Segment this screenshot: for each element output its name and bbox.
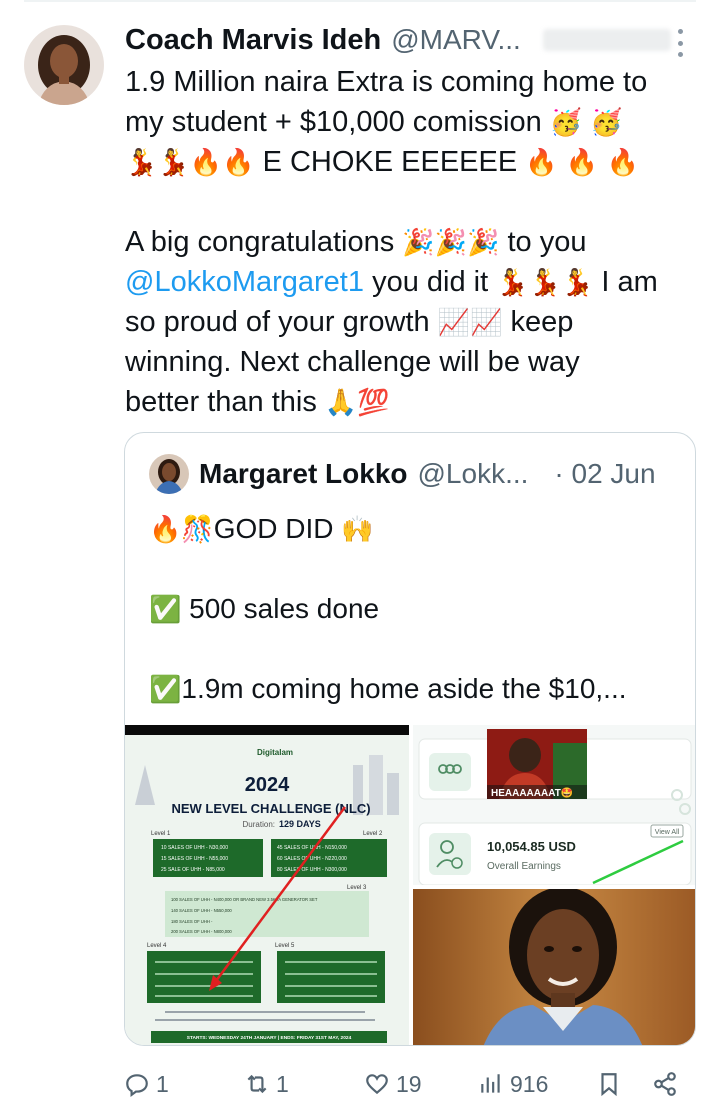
tweet-line: 💃💃🔥🔥 E CHOKE EEEEEE 🔥 🔥 🔥 — [125, 146, 639, 178]
poster-level-5: Level 5 — [275, 943, 295, 949]
quoted-tweet-header: Margaret Lokko @Lokk... · 02 Jun — [149, 453, 656, 495]
quoted-blank-line — [149, 629, 694, 669]
meme-caption: HEAAAAAAAT🤩 — [491, 787, 573, 799]
author-avatar[interactable] — [24, 25, 104, 105]
tweet-line: @LokkoMargaret1 you did it 💃💃💃 I am — [125, 266, 658, 298]
share-button[interactable] — [652, 1062, 678, 1106]
poster-level-4: Level 4 — [147, 943, 167, 949]
like-button[interactable]: 19 — [364, 1062, 422, 1106]
reply-count: 1 — [156, 1070, 169, 1097]
poster-l1-row: 25 SALE OF UHH - N85,000 — [161, 867, 225, 873]
tweet-line: winning. Next challenge will be way — [125, 346, 580, 378]
quoted-blank-line — [149, 549, 694, 589]
mention-link[interactable]: @LokkoMargaret1 — [125, 266, 364, 298]
view-all-link: View All — [655, 829, 680, 836]
quoted-author-avatar[interactable] — [149, 454, 189, 494]
poster-l3-row: 200 SALES OF UHH - N800,000 — [171, 929, 232, 934]
poster-l3-row: 180 SALES OF UHH - — [171, 919, 213, 924]
poster-footer: STARTS: WEDNESDAY 24TH JANUARY | ENDS: F… — [187, 1035, 352, 1041]
poster-l2-row: 60 SALES OF UHH - N220,000 — [277, 856, 347, 862]
tweet-line: 1.9 Million naira Extra is coming home t… — [125, 66, 648, 98]
bookmark-button[interactable] — [596, 1062, 622, 1106]
blurred-region — [542, 29, 671, 51]
tweet-header: Coach Marvis Ideh @MARV... — [125, 18, 685, 62]
more-options-icon[interactable] — [676, 29, 684, 57]
views-button[interactable]: 916 — [478, 1062, 548, 1106]
poster-level-1: Level 1 — [151, 831, 171, 837]
tweet-actions-bar: 1 1 19 916 — [124, 1062, 684, 1106]
poster-brand: Digitalam — [257, 748, 293, 757]
retweet-count: 1 — [276, 1070, 289, 1097]
share-icon — [654, 1072, 676, 1096]
earnings-screenshot-image[interactable]: HEAAAAAAAT🤩 10,054.85 USD Overall Earnin… — [413, 725, 695, 885]
tweet-text: 1.9 Million naira Extra is coming home t… — [125, 62, 700, 422]
quoted-line: ✅ 500 sales done — [149, 593, 380, 625]
poster-duration-value: 129 DAYS — [279, 819, 321, 829]
poster-l3-row: 140 SALES OF UHH - N550,000 — [171, 908, 232, 913]
quoted-author-name[interactable]: Margaret Lokko — [199, 458, 408, 490]
quoted-media-grid: Digitalam 2024 NEW LEVEL CHALLENGE (NLC)… — [125, 725, 695, 1045]
bookmark-icon — [601, 1073, 617, 1097]
quoted-tweet-text: 🔥🎊GOD DID 🙌 ✅ 500 sales done ✅1.9m comin… — [149, 509, 694, 709]
poster-l3-row: 100 SALES OF UHH - N400,000 OR BRAND NEW… — [171, 897, 318, 902]
like-count: 19 — [396, 1070, 422, 1097]
heart-icon — [366, 1074, 388, 1095]
tweet-line: my student + $10,000 comission 🥳 🥳 — [125, 106, 623, 138]
quoted-tweet[interactable]: Margaret Lokko @Lokk... · 02 Jun 🔥🎊GOD D… — [124, 432, 696, 1046]
challenge-poster-image[interactable]: Digitalam 2024 NEW LEVEL CHALLENGE (NLC)… — [125, 725, 409, 1045]
poster-year: 2024 — [245, 774, 290, 796]
tweet-line: A big congratulations 🎉🎉🎉 to you — [125, 226, 587, 258]
quoted-line: ✅1.9m coming home aside the $10,... — [149, 673, 627, 705]
quoted-tweet-date[interactable]: · 02 Jun — [554, 458, 655, 490]
retweet-button[interactable]: 1 — [244, 1062, 289, 1106]
reply-button[interactable]: 1 — [124, 1062, 169, 1106]
author-name[interactable]: Coach Marvis Ideh — [125, 24, 381, 57]
poster-level-2: Level 2 — [363, 831, 383, 837]
poster-duration-label: Duration: — [243, 820, 275, 829]
quoted-author-handle[interactable]: @Lokk... — [418, 458, 529, 490]
poster-level-3: Level 3 — [347, 885, 367, 891]
views-chart-icon — [481, 1074, 500, 1093]
poster-l1-row: 10 SALES OF UHH - N30,000 — [161, 845, 228, 851]
tweet-line: better than this 🙏💯 — [125, 386, 390, 418]
quoted-line: 🔥🎊GOD DID 🙌 — [149, 513, 374, 545]
poster-l1-row: 15 SALES OF UHH - N55,000 — [161, 856, 228, 862]
reply-icon — [126, 1074, 148, 1097]
author-handle[interactable]: @MARV... — [391, 24, 521, 56]
retweet-icon — [247, 1074, 267, 1094]
earnings-label: Overall Earnings — [487, 861, 561, 872]
earnings-amount: 10,054.85 USD — [487, 839, 576, 854]
portrait-photo-image[interactable] — [413, 889, 695, 1045]
views-count: 916 — [510, 1070, 549, 1097]
poster-l2-row: 80 SALES OF UHH - N300,000 — [277, 867, 347, 873]
tweet-line: so proud of your growth 📈📈 keep — [125, 306, 574, 338]
timeline-divider — [24, 0, 696, 2]
